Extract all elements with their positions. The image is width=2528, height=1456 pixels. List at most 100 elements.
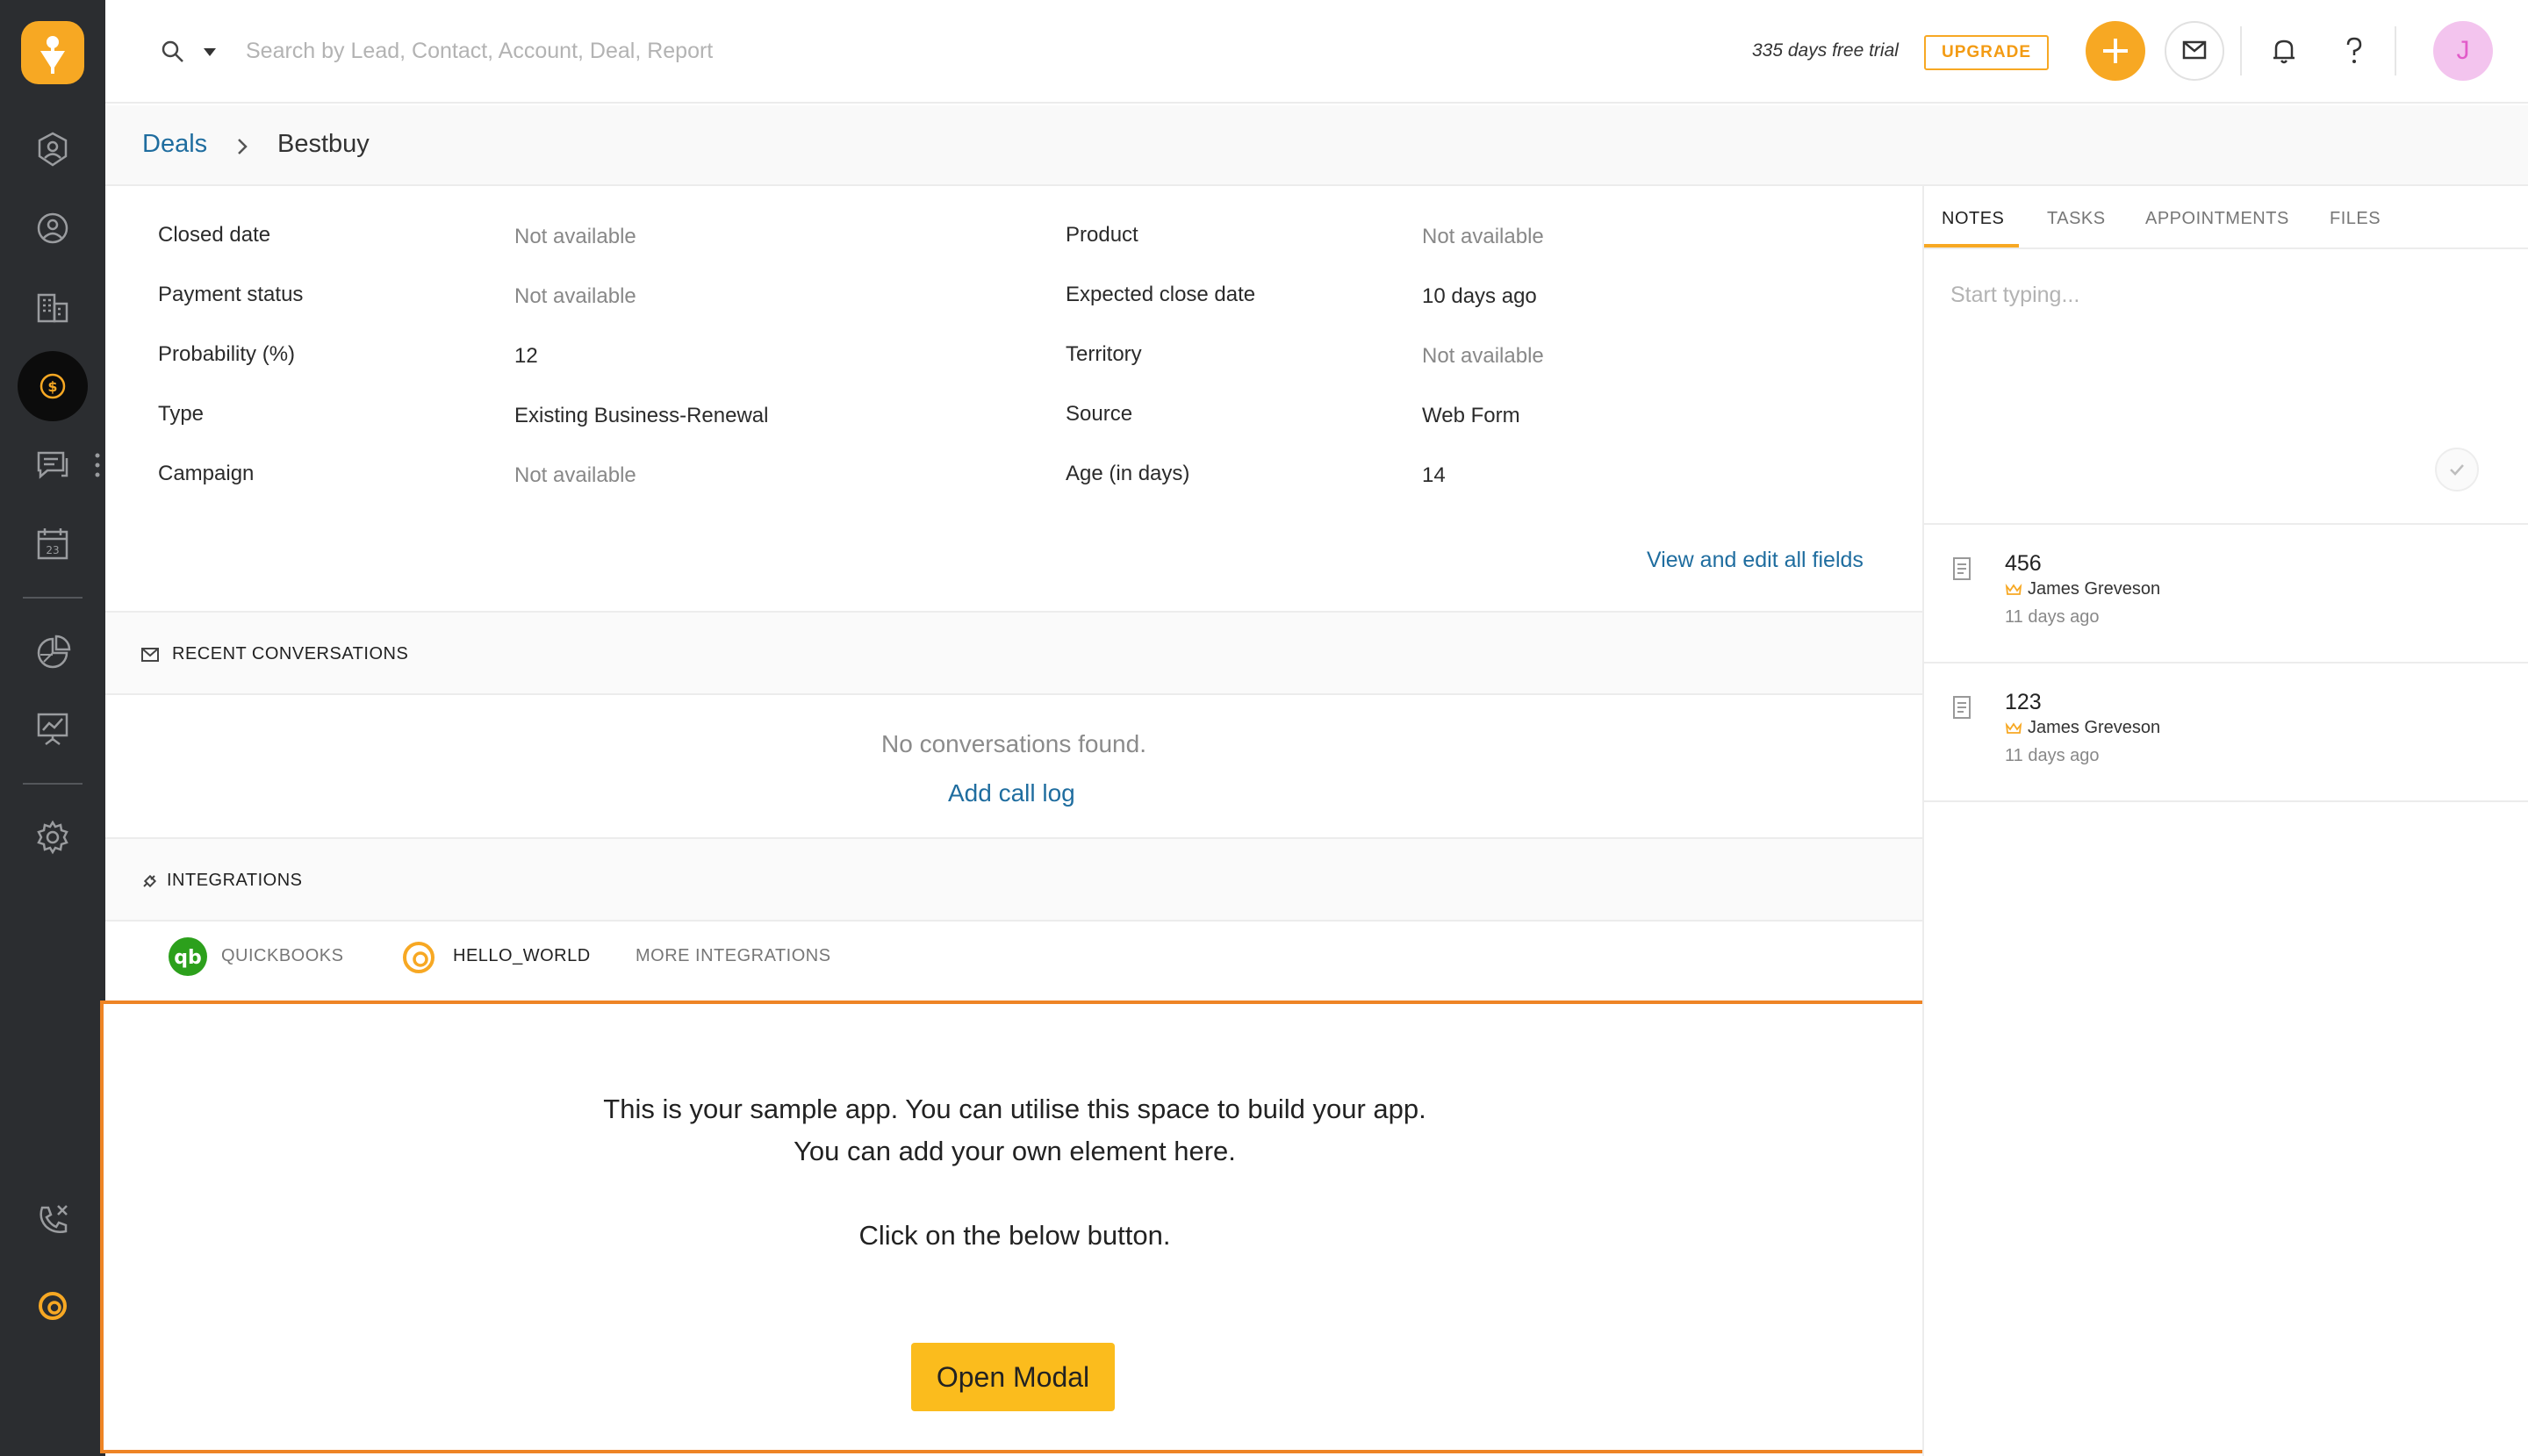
email-button[interactable] xyxy=(2165,21,2224,81)
field-value: 12 xyxy=(514,344,538,368)
active-tab-indicator xyxy=(1924,244,2019,247)
phone-dialer-icon[interactable] xyxy=(32,1199,74,1241)
svg-text:$: $ xyxy=(47,378,57,395)
field-label: Type xyxy=(158,402,205,426)
question-icon xyxy=(2346,37,2362,63)
user-avatar[interactable]: J xyxy=(2433,21,2493,81)
note-timestamp: 11 days ago xyxy=(2005,746,2100,765)
deal-fields-panel: Closed date Not available Payment status… xyxy=(105,186,1922,611)
sample-app-container: This is your sample app. You can utilise… xyxy=(100,1001,1929,1453)
field-label: Product xyxy=(1066,223,1138,247)
recent-conversations-header: RECENT CONVERSATIONS xyxy=(105,611,1922,695)
chevron-right-icon xyxy=(233,137,251,156)
reports-pie-icon[interactable] xyxy=(32,632,74,674)
integrations-tabs: qb QUICKBOOKS HELLO_WORLD MORE INTEGRATI… xyxy=(105,922,1922,1002)
tab-files[interactable]: FILES xyxy=(2330,209,2381,229)
hello-world-logo-icon[interactable] xyxy=(400,939,437,976)
field-label: Closed date xyxy=(158,223,271,247)
note-document-icon xyxy=(1952,695,1971,720)
note-document-icon xyxy=(1952,556,1971,581)
deal-details-main: Closed date Not available Payment status… xyxy=(100,186,1929,1456)
field-value: Not available xyxy=(1422,225,1544,248)
field-label: Payment status xyxy=(158,283,304,306)
check-icon xyxy=(2450,464,2464,476)
add-call-log-link[interactable]: Add call log xyxy=(948,779,1075,807)
logo-icon xyxy=(40,36,65,74)
tab-notes[interactable]: NOTES xyxy=(1942,209,2004,229)
upgrade-button[interactable]: UPGRADE xyxy=(1924,35,2049,70)
sample-app-text-line2: You can add your own element here. xyxy=(794,1136,1236,1166)
field-label: Probability (%) xyxy=(158,342,296,366)
note-timestamp: 11 days ago xyxy=(2005,607,2100,627)
tab-appointments[interactable]: APPOINTMENTS xyxy=(2145,209,2289,229)
app-logo[interactable] xyxy=(21,21,84,84)
plug-icon xyxy=(140,872,160,890)
note-item[interactable]: 456 James Greveson 11 days ago xyxy=(1924,525,2528,663)
global-search-input[interactable] xyxy=(246,32,1036,70)
accounts-building-icon[interactable] xyxy=(32,286,74,328)
hello-world-app-icon[interactable] xyxy=(32,1285,74,1327)
sidebar-divider xyxy=(23,783,83,785)
calendar-icon[interactable]: 23 xyxy=(32,523,74,565)
sample-app-text-line3: Click on the below button. xyxy=(858,1220,1171,1251)
settings-gear-icon[interactable] xyxy=(32,816,74,858)
note-author: James Greveson xyxy=(2028,579,2161,599)
quick-add-button[interactable] xyxy=(2086,21,2145,81)
mail-icon xyxy=(2182,40,2207,60)
field-value: 10 days ago xyxy=(1422,284,1537,308)
crown-icon xyxy=(2005,721,2022,735)
trial-remaining-text: 335 days free trial xyxy=(1752,40,1899,61)
sidebar: $ 23 xyxy=(0,0,105,1456)
quickbooks-logo-icon[interactable]: qb xyxy=(169,937,207,976)
conversations-body: No conversations found. Add call log xyxy=(105,695,1922,837)
tab-hello-world[interactable]: HELLO_WORLD xyxy=(453,946,591,966)
deals-dollar-icon[interactable]: $ xyxy=(32,365,74,407)
conversations-chat-icon[interactable] xyxy=(32,444,74,486)
top-header: 335 days free trial UPGRADE J xyxy=(105,0,2528,104)
tab-quickbooks[interactable]: QUICKBOOKS xyxy=(221,946,343,966)
dashboard-chart-icon[interactable] xyxy=(32,707,74,750)
breadcrumb: Deals Bestbuy xyxy=(105,105,2528,186)
field-value: Not available xyxy=(514,225,636,248)
field-label: Campaign xyxy=(158,462,255,485)
mail-icon xyxy=(140,646,160,663)
field-value: Existing Business-Renewal xyxy=(514,404,769,427)
field-label: Expected close date xyxy=(1066,283,1256,306)
field-label: Age (in days) xyxy=(1066,462,1190,485)
field-label: Source xyxy=(1066,402,1133,426)
field-label: Territory xyxy=(1066,342,1142,366)
note-input[interactable] xyxy=(1950,283,2495,423)
search-icon[interactable] xyxy=(160,39,186,65)
save-note-button[interactable] xyxy=(2435,448,2479,491)
field-value: Not available xyxy=(514,463,636,487)
header-divider xyxy=(2395,26,2396,75)
activity-panel: NOTES TASKS APPOINTMENTS FILES 456 James… xyxy=(1922,186,2528,1456)
note-title: 123 xyxy=(2005,690,2042,714)
help-button[interactable] xyxy=(2324,21,2384,81)
field-value: 14 xyxy=(1422,463,1446,487)
search-scope-caret-icon[interactable] xyxy=(202,46,218,58)
notifications-button[interactable] xyxy=(2254,21,2314,81)
svg-text:23: 23 xyxy=(46,544,59,556)
integrations-header: INTEGRATIONS xyxy=(105,837,1922,922)
svg-text:qb: qb xyxy=(174,947,202,969)
open-modal-button[interactable]: Open Modal xyxy=(911,1343,1115,1411)
field-value: Not available xyxy=(514,284,636,308)
view-edit-all-fields-link[interactable]: View and edit all fields xyxy=(1647,548,1864,573)
bell-icon xyxy=(2273,39,2295,64)
tab-more-integrations[interactable]: MORE INTEGRATIONS xyxy=(636,946,831,966)
sidebar-divider xyxy=(23,597,83,599)
crown-icon xyxy=(2005,583,2022,597)
user-icon[interactable] xyxy=(32,207,74,249)
tab-tasks[interactable]: TASKS xyxy=(2047,209,2106,229)
contacts-icon[interactable] xyxy=(32,128,74,170)
plus-icon xyxy=(2103,39,2128,63)
breadcrumb-deals-link[interactable]: Deals xyxy=(142,130,207,159)
field-value: Web Form xyxy=(1422,404,1520,427)
section-title: RECENT CONVERSATIONS xyxy=(172,644,409,663)
sidebar-expand-dots-icon[interactable] xyxy=(95,453,100,477)
no-conversations-text: No conversations found. xyxy=(881,730,1146,757)
note-title: 456 xyxy=(2005,551,2042,576)
field-value: Not available xyxy=(1422,344,1544,368)
note-item[interactable]: 123 James Greveson 11 days ago xyxy=(1924,663,2528,802)
